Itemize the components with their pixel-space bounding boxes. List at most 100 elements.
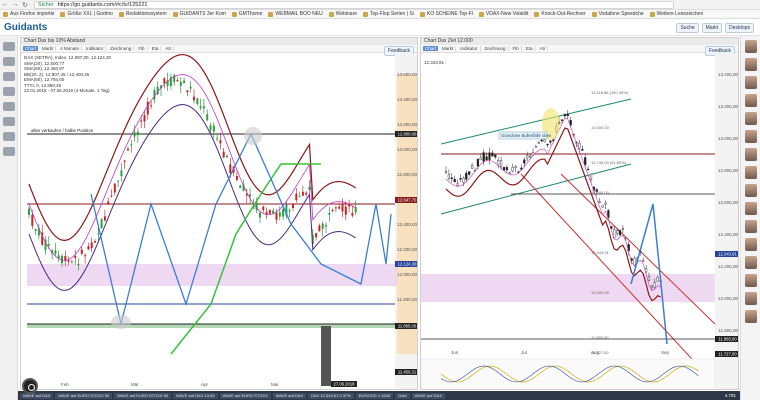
header-button[interactable]: Desktops <box>725 23 754 33</box>
widget-icon[interactable] <box>3 42 15 51</box>
bookmarks-bar: Aus Firefox importie Größe XXL | Godmo Red… <box>0 10 760 19</box>
taskbar-item[interactable]: WAVE auf DAX <box>20 392 54 399</box>
forward-arrow-icon[interactable]: → <box>10 1 20 8</box>
settings-icon[interactable] <box>3 117 15 126</box>
bookmark-item[interactable]: KO SCHEINE Top-Fl <box>419 11 473 17</box>
avatar[interactable] <box>745 310 757 323</box>
avatar[interactable] <box>745 274 757 287</box>
right-chart-title: Chart Dax Ziel 12.000 <box>421 38 738 45</box>
bb-line <box>28 74 356 261</box>
avatar[interactable] <box>745 112 757 125</box>
taskbar-item[interactable]: WAVE auf EURO STOXX <box>219 392 271 399</box>
avatar[interactable] <box>745 220 757 233</box>
right-chart-pane[interactable]: Chart Dax Ziel 12.000 Chart Markt Indikato… <box>420 37 739 390</box>
toolbar-item[interactable]: Chart <box>423 46 439 51</box>
bookmark-item[interactable]: Vodafone Speedche <box>591 11 644 17</box>
candle-body <box>150 105 153 107</box>
candle-body <box>656 277 659 282</box>
candle-body <box>444 170 448 173</box>
bookmark-item[interactable]: WEBMAIL BOO NEU <box>268 11 323 17</box>
avatar[interactable] <box>745 256 757 269</box>
left-chart-pane[interactable]: Chart Dax bis 10% Abstand Chart Markt 4 Mo… <box>20 37 418 390</box>
bookmark-item[interactable]: Webinare <box>328 11 357 17</box>
bookmark-item[interactable]: GUIDANTS 3er Kom <box>172 11 226 17</box>
candle-body <box>127 148 129 151</box>
candle-body <box>584 157 587 165</box>
guidants-logo[interactable]: Guidants <box>4 22 47 33</box>
candle-body <box>328 213 331 215</box>
bookmark-item[interactable]: Aus Firefox importie <box>3 11 54 17</box>
bookmark-label: Größe XXL | Godmo <box>67 11 113 17</box>
bookmark-item[interactable]: Weitere Lesezeichen <box>649 11 703 17</box>
toolbar-item[interactable]: Fib <box>136 46 148 51</box>
toolbar-item[interactable]: Zeichnung <box>483 46 509 51</box>
fib-label: 13.000,00 <box>591 125 610 130</box>
toolbar-item[interactable]: Atr <box>163 46 175 51</box>
forecast-zone <box>397 74 417 354</box>
left-chart-canvas[interactable]: 13.600,00 13.400,00 13.200,00 13.000,00 12.8… <box>21 54 418 390</box>
toolbar-item[interactable]: Eta <box>524 46 536 51</box>
chart-icon[interactable] <box>3 72 15 81</box>
candle-body <box>543 139 546 143</box>
bookmark-item[interactable]: Knock-Out-Rechner <box>534 11 586 17</box>
bookmark-item[interactable]: VDAX-New Volatilit <box>478 11 528 17</box>
folder-icon[interactable] <box>3 147 15 156</box>
list-icon[interactable] <box>3 87 15 96</box>
toolbar-item[interactable]: 4 Monate <box>58 46 83 51</box>
toolbar-item[interactable]: Markt <box>440 46 457 51</box>
toolbar-item[interactable]: Atr <box>538 46 549 51</box>
news-icon[interactable] <box>3 102 15 111</box>
candle-body <box>47 244 50 246</box>
back-arrow-icon[interactable]: ← <box>0 1 10 8</box>
bookmark-item[interactable]: GMThome <box>231 11 262 17</box>
support-zone <box>421 274 715 302</box>
header-button[interactable]: Markt <box>701 23 723 33</box>
avatar[interactable] <box>745 292 757 305</box>
taskbar-item[interactable]: WAVE auf DAX 13.00 <box>173 392 218 399</box>
url-field[interactable]: Sicher https://go.guidants.com/#c/tv/125… <box>34 0 674 9</box>
avatar[interactable] <box>745 58 757 71</box>
portfolio-icon[interactable] <box>3 57 15 66</box>
folder-icon[interactable] <box>3 132 15 141</box>
avatar[interactable] <box>745 94 757 107</box>
bookmark-label: WEBMAIL BOO NEU <box>275 11 323 17</box>
toolbar-item[interactable]: Indikator <box>84 46 107 51</box>
avatar[interactable] <box>745 166 757 179</box>
candle-body <box>604 202 607 205</box>
bookmark-item[interactable]: Redaktionssystem <box>118 11 167 17</box>
toolbar-item[interactable]: Chart <box>23 46 39 51</box>
toolbar-item[interactable]: Fib <box>511 46 522 51</box>
candle-body <box>468 171 471 175</box>
avatar[interactable] <box>745 76 757 89</box>
taskbar-item[interactable]: WAVE auf EURO STOXX 50 <box>114 392 172 399</box>
taskbar-item[interactable]: EUR/USD 1.1630 <box>355 392 394 399</box>
avatar[interactable] <box>745 130 757 143</box>
y-tick-label: 12.000,00 <box>718 296 739 301</box>
reload-icon[interactable]: ↻ <box>20 1 30 9</box>
bookmark-item[interactable]: Top-Flop Serien | Si <box>363 11 414 17</box>
avatar[interactable] <box>745 148 757 161</box>
toolbar-item[interactable]: Markt <box>40 46 57 51</box>
bookmark-item[interactable]: Größe XXL | Godmo <box>60 11 113 17</box>
avatar[interactable] <box>745 238 757 251</box>
avatar[interactable] <box>745 40 757 53</box>
taskbar-item[interactable]: WAVE auf DAX <box>411 392 445 399</box>
browser-address-bar: ← → ↻ Sicher https://go.guidants.com/#c/… <box>0 0 760 10</box>
toolbar-item[interactable]: Indikator <box>458 46 481 51</box>
candle-body <box>239 185 242 188</box>
candle-body <box>77 264 80 266</box>
header-button[interactable]: Suche <box>676 23 699 33</box>
taskbar-item[interactable]: WAVE auf EURO STOXX 50 <box>55 392 113 399</box>
candle-body <box>523 159 526 164</box>
taskbar-item[interactable]: WAVE auf DAX <box>272 392 307 399</box>
avatar[interactable] <box>745 184 757 197</box>
candle-body <box>193 96 195 101</box>
taskbar-item[interactable]: Gold <box>395 392 410 399</box>
candle-body <box>447 174 450 179</box>
avatar[interactable] <box>745 202 757 215</box>
right-chart-canvas[interactable]: 12.343,91 Grandiose Bullenfalle oben 13.11… <box>421 54 739 390</box>
menu-button[interactable] <box>22 378 38 394</box>
toolbar-item[interactable]: Zeichnung <box>108 46 135 51</box>
taskbar-item[interactable]: DAX 12.343,91 0.37% <box>308 392 354 399</box>
toolbar-item[interactable]: Eta <box>150 46 162 51</box>
